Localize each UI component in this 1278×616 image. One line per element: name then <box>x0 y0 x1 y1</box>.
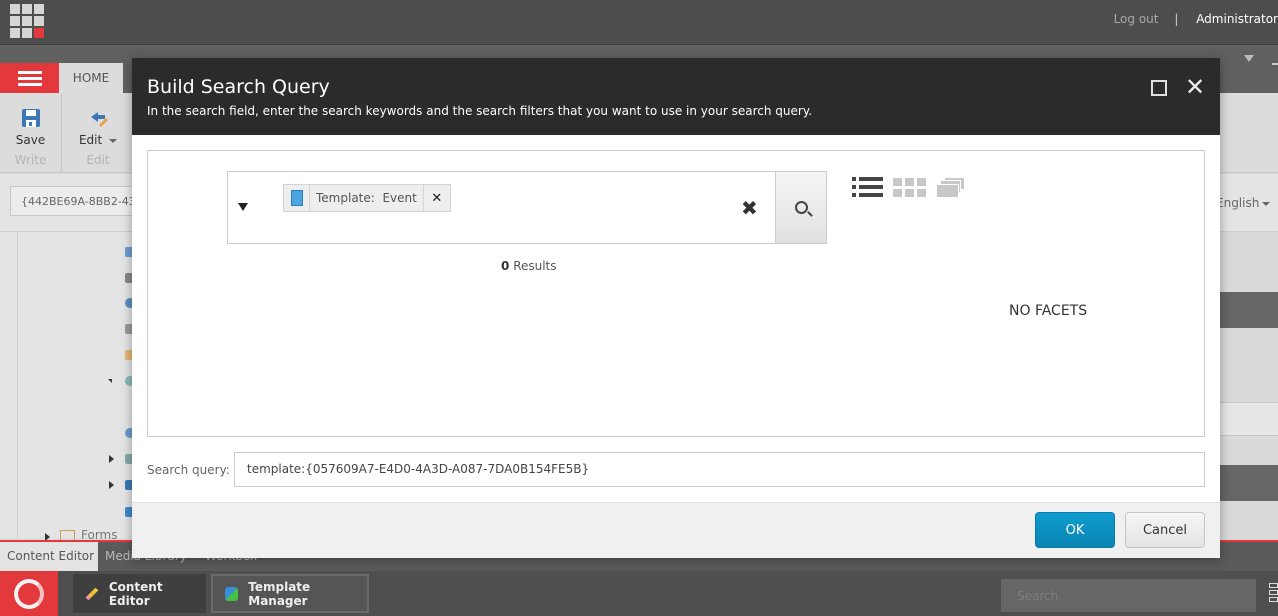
language-selector[interactable]: English <box>1216 196 1271 210</box>
content-tree <box>0 232 132 538</box>
taskbar-content-editor[interactable]: Content Editor <box>73 574 206 613</box>
filter-chip-text[interactable]: Template: Event <box>310 185 424 211</box>
edit-icon <box>91 112 108 127</box>
top-header: Log out | Administrator <box>0 0 1278 45</box>
search-panel: Template: Event ✕ ✖ 0 Results NO FACETS <box>147 150 1205 437</box>
taskbar: Content Editor Template Manager Search <box>0 571 1278 616</box>
stacked-view-icon[interactable] <box>937 177 965 197</box>
list-view-icon[interactable] <box>852 177 883 197</box>
user-area: Log out | Administrator <box>1114 12 1278 26</box>
save-button[interactable]: Save Write <box>0 93 62 173</box>
edit-group-label: Edit <box>86 153 110 167</box>
right-panel-strip <box>1220 436 1278 465</box>
chevron-down-icon <box>109 138 118 143</box>
ok-button[interactable]: OK <box>1035 512 1115 548</box>
ribbon-minimize-icon[interactable] <box>1272 63 1278 65</box>
pencil-icon <box>85 587 99 600</box>
search-icon <box>794 201 808 214</box>
chevron-down-icon <box>1262 201 1271 206</box>
cancel-button[interactable]: Cancel <box>1125 512 1205 548</box>
right-panel-strip <box>1220 292 1278 328</box>
clear-search-icon[interactable]: ✖ <box>741 196 758 220</box>
dialog-footer: OK Cancel <box>132 502 1220 558</box>
taskbar-label: Content Editor <box>108 579 163 608</box>
search-query-row: Search query: template:{057609A7-E4D0-4A… <box>147 452 1205 488</box>
grid-view-icon[interactable] <box>893 178 926 197</box>
tree-divider <box>17 232 18 538</box>
search-options-dropdown-icon[interactable] <box>238 203 248 211</box>
dialog-header: Build Search Query In the search field, … <box>132 58 1220 135</box>
logout-link[interactable]: Log out <box>1114 12 1159 26</box>
expand-arrow-icon[interactable] <box>109 481 114 489</box>
results-number: 0 <box>501 259 510 273</box>
edit-label: Edit <box>63 133 133 147</box>
item-id-field[interactable]: {442BE69A-8BB2-43 <box>10 186 150 216</box>
language-label: English <box>1216 196 1260 210</box>
write-group-label: Write <box>14 153 47 167</box>
right-panel-strip <box>1220 501 1278 540</box>
save-label: Save <box>15 133 46 147</box>
launchpad-icon[interactable] <box>10 4 44 38</box>
template-icon <box>284 185 310 211</box>
filter-chip-label: Template: <box>316 191 375 205</box>
close-icon[interactable]: ✕ <box>1184 75 1206 99</box>
results-label: Results <box>513 259 557 273</box>
tab-home[interactable]: HOME <box>59 63 123 93</box>
search-query-input[interactable]: template:{057609A7-E4D0-4A3D-A087-7DA0B1… <box>234 452 1205 487</box>
no-facets-label: NO FACETS <box>1009 303 1088 319</box>
dialog-subtitle: In the search field, enter the search ke… <box>147 104 813 118</box>
ribbon-dropdown-icon[interactable] <box>1244 55 1254 62</box>
right-panel-strip <box>1220 465 1278 501</box>
search-query-label: Search query: <box>147 463 230 477</box>
search-field[interactable]: Template: Event ✕ ✖ <box>227 171 827 244</box>
filter-chip: Template: Event ✕ <box>283 184 451 212</box>
separator: | <box>1174 12 1179 26</box>
right-panel-strip <box>1220 402 1278 436</box>
taskbar-label: Template Manager <box>248 579 311 608</box>
user-name[interactable]: Administrator <box>1196 12 1278 26</box>
edit-button[interactable]: Edit Edit <box>63 93 133 173</box>
results-count: 0 Results <box>501 259 557 273</box>
puzzle-icon <box>225 586 239 601</box>
search-button[interactable] <box>775 171 827 244</box>
right-panel-strip <box>1220 232 1278 292</box>
sitecore-logo-icon[interactable] <box>0 571 58 616</box>
taskbar-search-input[interactable]: Search <box>1001 579 1256 612</box>
hamburger-menu-icon[interactable] <box>0 63 59 93</box>
save-icon <box>21 109 40 127</box>
taskbar-menu-icon[interactable] <box>1269 583 1278 605</box>
edit-text: Edit <box>78 133 103 147</box>
filter-chip-value: Event <box>382 191 417 205</box>
collapse-arrow-icon[interactable] <box>108 379 112 383</box>
remove-filter-icon[interactable]: ✕ <box>424 185 450 211</box>
tab-content-editor[interactable]: Content Editor <box>0 542 98 571</box>
dialog-title: Build Search Query <box>147 76 330 98</box>
right-panel-strip <box>1220 328 1278 402</box>
expand-arrow-icon[interactable] <box>109 455 114 463</box>
taskbar-template-manager[interactable]: Template Manager <box>211 574 369 613</box>
build-search-query-dialog: Build Search Query In the search field, … <box>132 58 1220 558</box>
maximize-icon[interactable] <box>1151 80 1167 96</box>
